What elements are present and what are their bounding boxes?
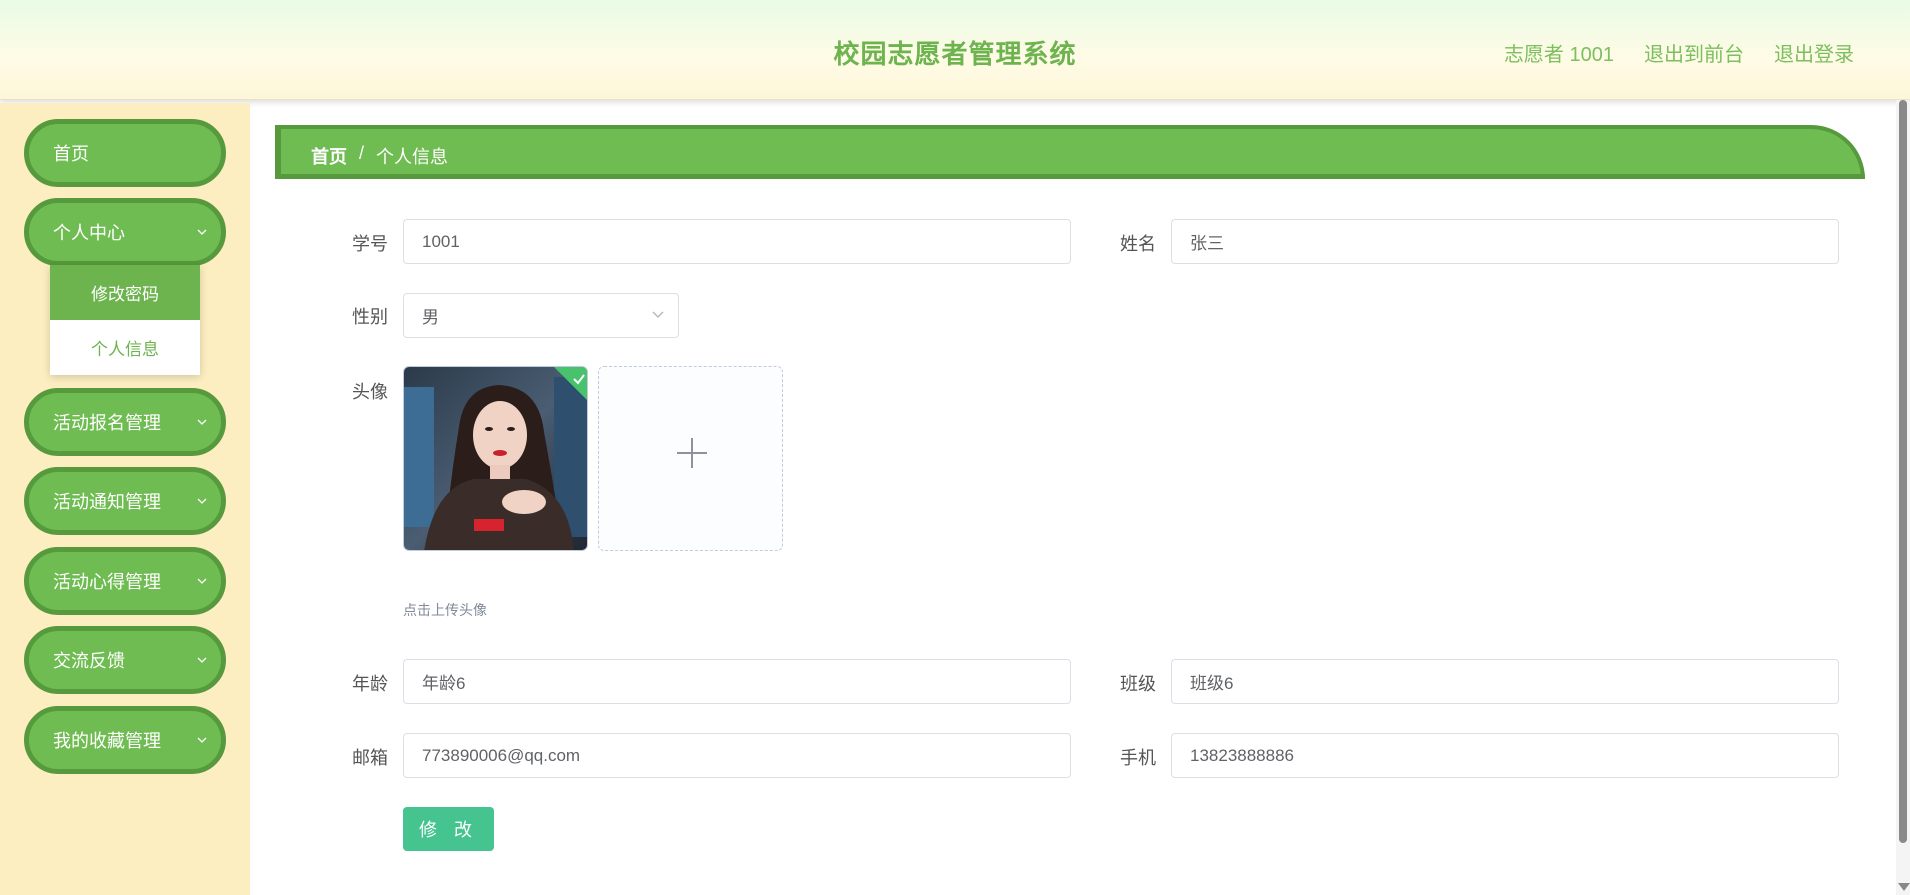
chevron-down-icon xyxy=(197,498,207,504)
sidebar-item-label: 活动心得管理 xyxy=(53,572,161,592)
sidebar-item-activity-signup[interactable]: 活动报名管理 xyxy=(24,388,226,456)
sidebar-item-label: 个人中心 xyxy=(53,223,125,243)
gender-select-value: 男 xyxy=(422,308,439,327)
page-scrollbar[interactable] xyxy=(1896,100,1910,895)
avatar-image[interactable] xyxy=(403,366,588,551)
phone-label: 手机 xyxy=(1120,748,1156,768)
breadcrumb-trail: 首页 / 个人信息 xyxy=(311,143,448,169)
sidebar-item-activity-reflection[interactable]: 活动心得管理 xyxy=(24,547,226,615)
breadcrumb: 首页 / 个人信息 xyxy=(275,125,1865,179)
back-to-front-link[interactable]: 退出到前台 xyxy=(1644,38,1744,67)
header-actions: 志愿者 1001 退出到前台 退出登录 xyxy=(1504,38,1854,67)
sidebar-item-label: 活动通知管理 xyxy=(53,492,161,512)
name-field[interactable]: 张三 xyxy=(1171,219,1839,264)
gender-label: 性别 xyxy=(352,307,388,327)
gender-select[interactable]: 男 xyxy=(403,293,679,338)
breadcrumb-home-link[interactable]: 首页 xyxy=(311,143,347,169)
student-id-label: 学号 xyxy=(352,234,388,254)
avatar-upload-trigger[interactable] xyxy=(598,366,783,551)
age-label: 年龄 xyxy=(352,674,388,694)
sidebar-item-feedback[interactable]: 交流反馈 xyxy=(24,626,226,694)
sidebar-item-label: 首页 xyxy=(53,144,89,164)
sidebar-item-activity-notice[interactable]: 活动通知管理 xyxy=(24,467,226,535)
email-label: 邮箱 xyxy=(352,748,388,768)
personal-center-submenu: 修改密码 个人信息 xyxy=(50,265,200,375)
avatar-upload-hint: 点击上传头像 xyxy=(403,602,487,618)
logout-link[interactable]: 退出登录 xyxy=(1774,38,1854,67)
chevron-down-icon xyxy=(197,419,207,425)
sidebar-item-label: 交流反馈 xyxy=(53,651,125,671)
chevron-down-icon xyxy=(197,578,207,584)
scrollbar-thumb[interactable] xyxy=(1899,100,1907,843)
class-field[interactable]: 班级6 xyxy=(1171,659,1839,704)
sidebar-item-label: 我的收藏管理 xyxy=(53,731,161,751)
sidebar-item-home[interactable]: 首页 xyxy=(24,119,226,187)
top-header: 校园志愿者管理系统 志愿者 1001 退出到前台 退出登录 xyxy=(0,0,1910,100)
sidebar-item-label: 活动报名管理 xyxy=(53,413,161,433)
breadcrumb-separator: / xyxy=(359,143,365,163)
submit-button[interactable]: 修 改 xyxy=(403,807,494,851)
submenu-item-change-password[interactable]: 修改密码 xyxy=(50,265,200,320)
name-label: 姓名 xyxy=(1120,234,1156,254)
class-label: 班级 xyxy=(1120,674,1156,694)
sidebar-item-favorites[interactable]: 我的收藏管理 xyxy=(24,706,226,774)
scroll-down-arrow-icon[interactable] xyxy=(1898,883,1910,891)
email-field[interactable]: 773890006@qq.com xyxy=(403,733,1071,778)
chevron-down-icon xyxy=(197,229,207,235)
sidebar-item-personal-center[interactable]: 个人中心 xyxy=(24,198,226,266)
student-id-field[interactable]: 1001 xyxy=(403,219,1071,264)
age-field[interactable]: 年龄6 xyxy=(403,659,1071,704)
avatar-photo xyxy=(404,367,587,550)
chevron-down-icon xyxy=(197,737,207,743)
current-user-link[interactable]: 志愿者 1001 xyxy=(1504,38,1614,67)
phone-field[interactable]: 13823888886 xyxy=(1171,733,1839,778)
submenu-item-personal-info[interactable]: 个人信息 xyxy=(50,320,200,375)
plus-icon xyxy=(677,438,707,468)
chevron-down-icon xyxy=(197,657,207,663)
chevron-down-icon xyxy=(652,311,664,318)
avatar-label: 头像 xyxy=(352,382,388,402)
breadcrumb-current: 个人信息 xyxy=(376,147,449,167)
